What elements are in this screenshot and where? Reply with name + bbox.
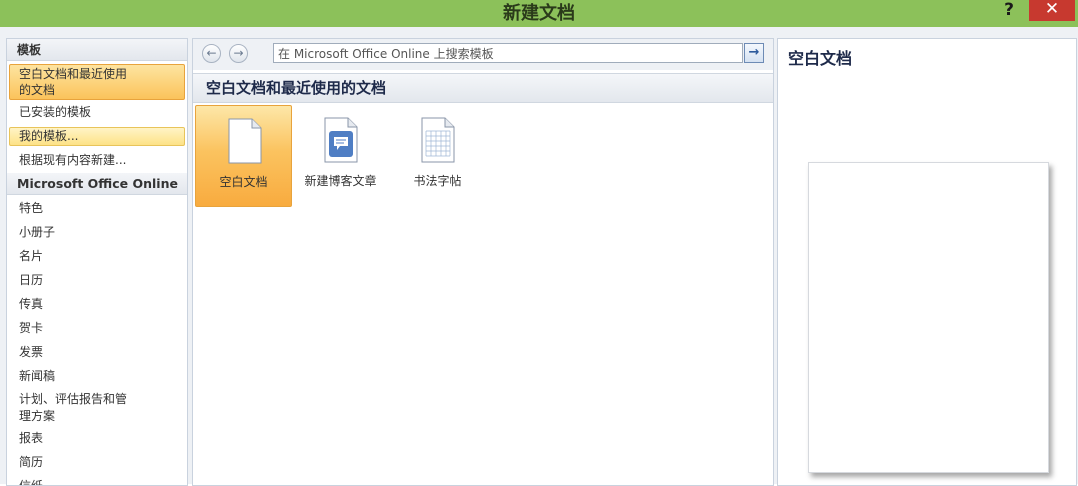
template-category-sidebar: 模板 空白文档和最近使用 的文档 已安装的模板 我的模板... 根据现有内容新建… [6, 38, 188, 486]
help-button[interactable]: ? [996, 0, 1022, 22]
arrow-left-icon: ← [206, 46, 217, 60]
close-button[interactable]: ✕ [1029, 0, 1075, 21]
sidebar-item-installed-templates[interactable]: 已安装的模板 [9, 104, 185, 122]
sidebar-item-greeting-cards[interactable]: 贺卡 [9, 320, 185, 337]
sidebar-item-reports[interactable]: 报表 [9, 430, 185, 447]
sidebar-item-resumes[interactable]: 简历 [9, 454, 185, 471]
calligraphy-grid-icon [421, 117, 455, 163]
sidebar-item-brochures[interactable]: 小册子 [9, 224, 185, 241]
sidebar-item-plans-reports[interactable]: 计划、评估报告和管 理方案 [9, 391, 185, 425]
template-search-input[interactable] [273, 43, 743, 63]
title-bar: 新建文档 ? ✕ [0, 0, 1078, 27]
preview-title: 空白文档 [788, 49, 853, 68]
template-tile-calligraphy[interactable]: 书法字帖 [389, 105, 486, 207]
sidebar-item-calendars[interactable]: 日历 [9, 272, 185, 289]
section-title: 空白文档和最近使用的文档 [193, 73, 773, 103]
template-gallery: ← → → 空白文档和最近使用的文档 空白文档 新建博客文章 [192, 38, 774, 486]
close-icon[interactable]: ✕ [1045, 0, 1059, 19]
navigation-bar: ← → → [193, 39, 773, 70]
blog-post-icon [324, 117, 358, 163]
sidebar-item-stationery[interactable]: 信纸 [9, 478, 185, 485]
document-preview-thumbnail [808, 162, 1049, 473]
sidebar-header-templates: 模板 [7, 39, 187, 61]
sidebar-item-featured[interactable]: 特色 [9, 200, 185, 217]
preview-pane: 空白文档 [777, 38, 1077, 486]
arrow-right-icon: → [748, 45, 760, 60]
sidebar-item-faxes[interactable]: 传真 [9, 296, 185, 313]
sidebar-item-business-cards[interactable]: 名片 [9, 248, 185, 265]
sidebar-header-office-online: Microsoft Office Online [7, 173, 187, 195]
sidebar-item-new-from-existing[interactable]: 根据现有内容新建... [9, 152, 185, 170]
template-tile-label: 新建博客文章 [304, 174, 377, 188]
sidebar-item-invoices[interactable]: 发票 [9, 344, 185, 361]
back-button[interactable]: ← [202, 44, 221, 63]
blank-document-icon [228, 118, 262, 164]
sidebar-item-blank-and-recent[interactable]: 空白文档和最近使用 的文档 [9, 64, 185, 100]
sidebar-item-my-templates[interactable]: 我的模板... [9, 127, 185, 146]
forward-button[interactable]: → [229, 44, 248, 63]
template-tile-new-blog-post[interactable]: 新建博客文章 [292, 105, 389, 207]
template-tile-blank-document[interactable]: 空白文档 [195, 105, 292, 207]
arrow-right-icon: → [233, 46, 244, 60]
template-tile-label: 书法字帖 [413, 174, 462, 188]
sidebar-item-press-releases[interactable]: 新闻稿 [9, 368, 185, 385]
window-title: 新建文档 [503, 3, 575, 24]
template-tile-label: 空白文档 [219, 175, 268, 189]
search-go-button[interactable]: → [744, 43, 764, 63]
